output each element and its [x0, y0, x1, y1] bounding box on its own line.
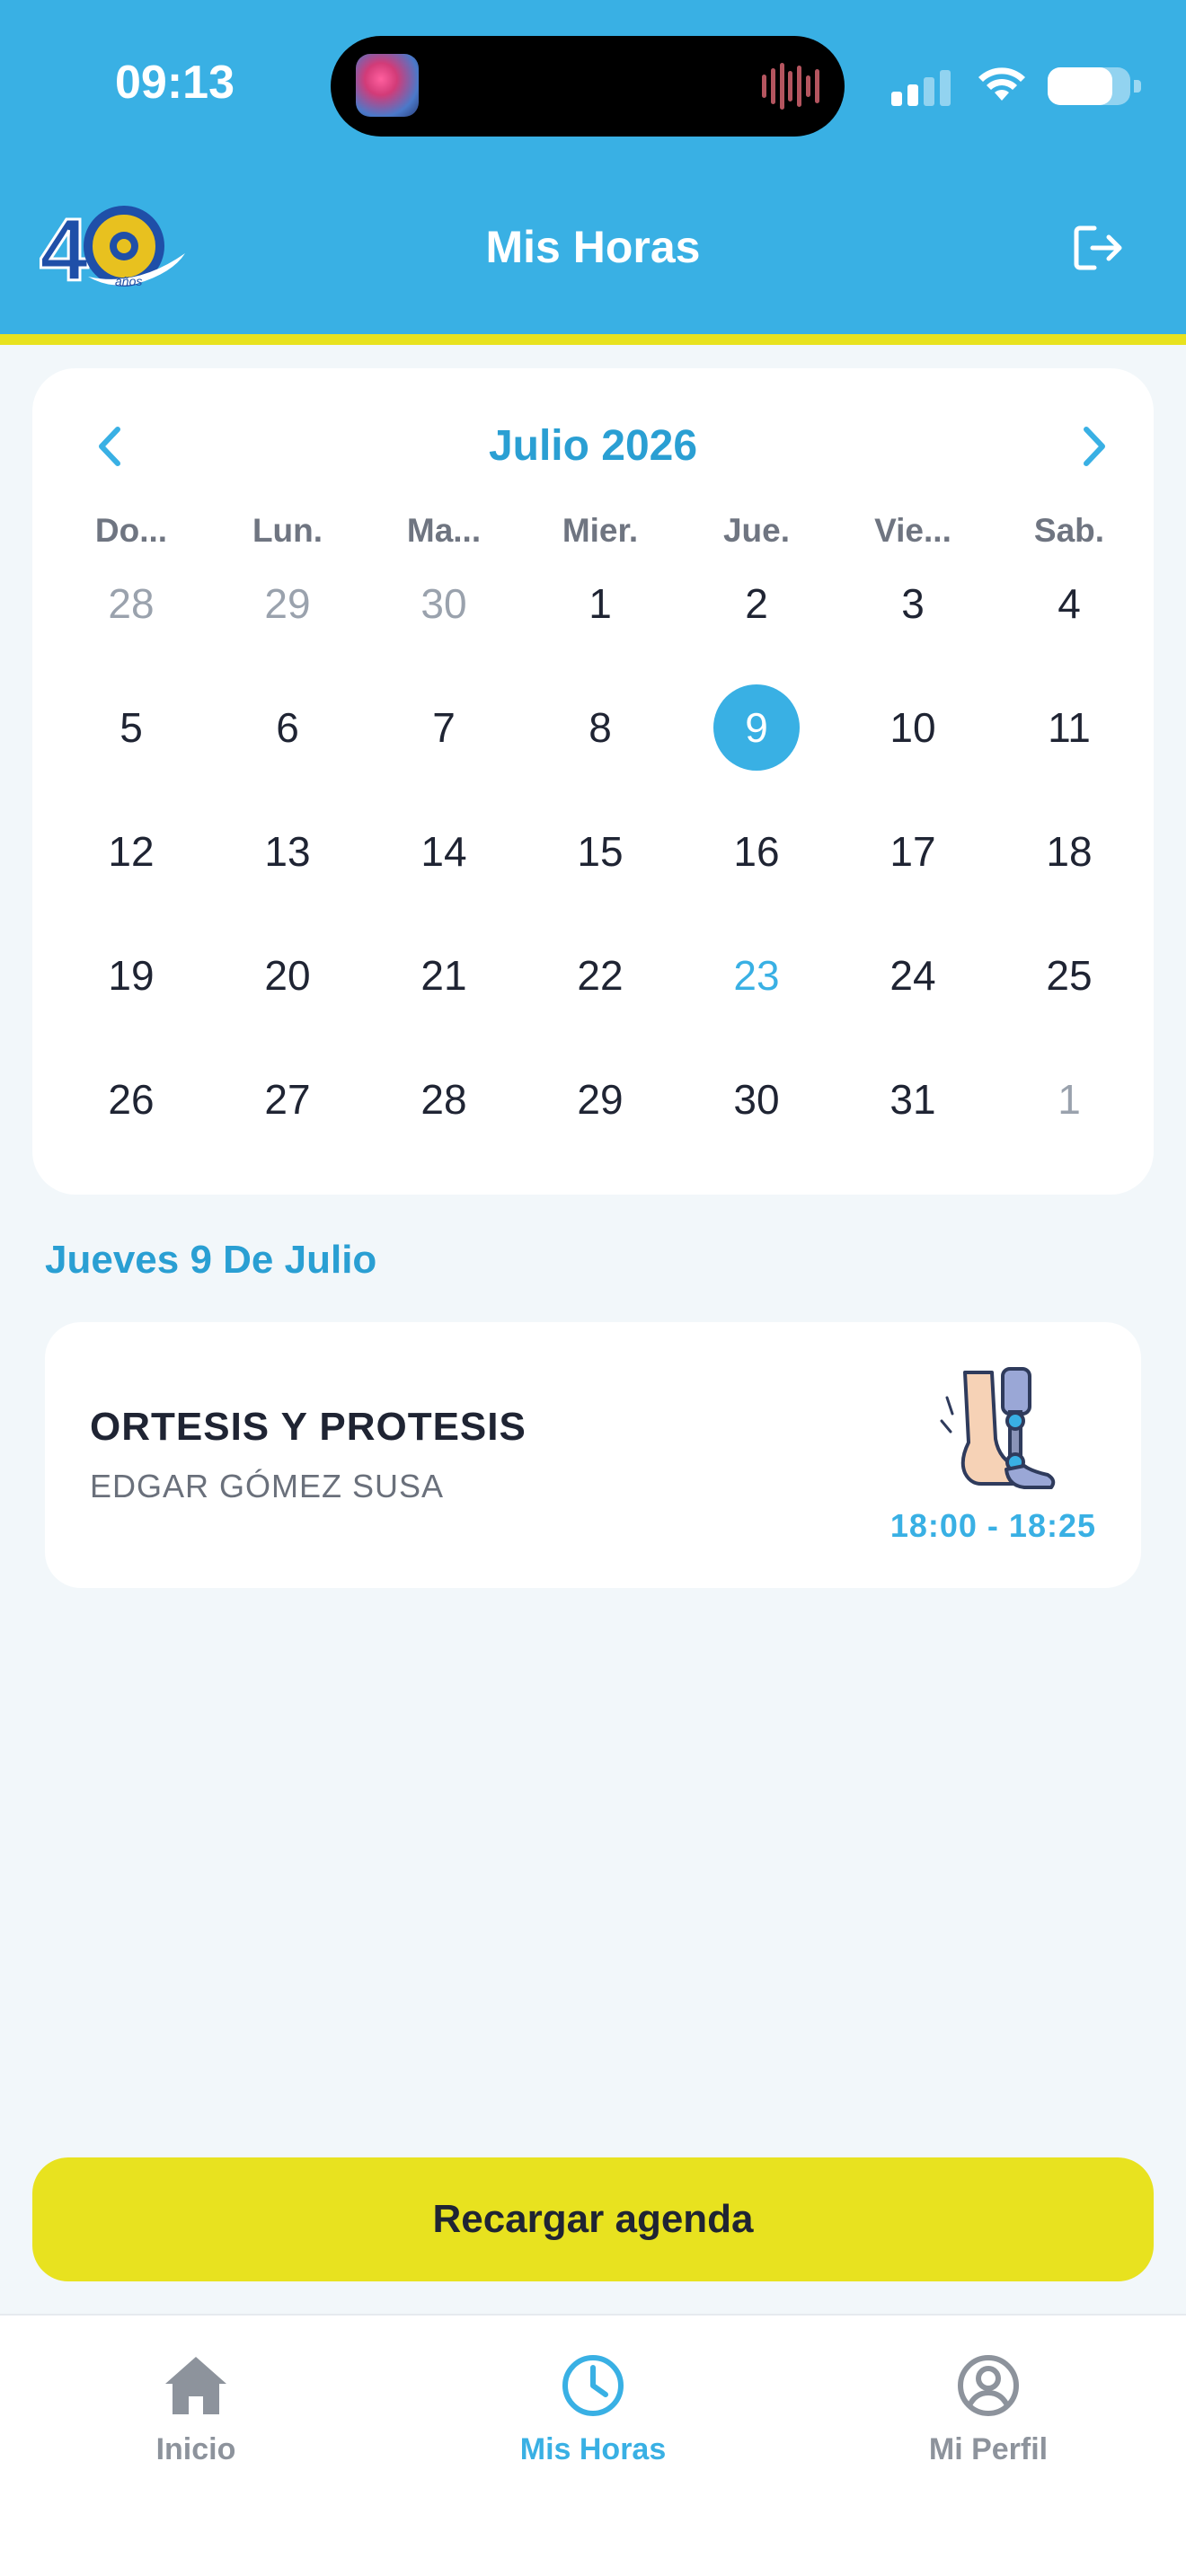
calendar-day[interactable]: 1: [551, 554, 650, 653]
weekday-label: Jue.: [722, 512, 791, 549]
calendar-day[interactable]: 14: [394, 802, 493, 901]
calendar-card: Julio 2026 Do... Lun. Ma... Mier. Jue. V…: [32, 368, 1154, 1195]
weekday-label: Sab.: [1033, 512, 1105, 549]
selected-date-heading: Jueves 9 De Julio: [45, 1238, 377, 1282]
calendar-day[interactable]: 5: [82, 678, 181, 777]
calendar-day[interactable]: 28: [82, 554, 181, 653]
calendar-day[interactable]: 25: [1020, 926, 1119, 1025]
calendar-day[interactable]: 3: [863, 554, 962, 653]
calendar-day[interactable]: 8: [551, 678, 650, 777]
calendar-day[interactable]: 11: [1020, 678, 1119, 777]
status-time: 09:13: [115, 57, 235, 109]
clock-icon: [562, 2355, 624, 2416]
calendar-day[interactable]: 4: [1020, 554, 1119, 653]
appointment-time: 18:00 - 18:25: [890, 1507, 1096, 1544]
tab-inicio[interactable]: Inicio: [61, 2351, 331, 2486]
calendar-day[interactable]: 2: [707, 554, 806, 653]
tab-label: Mis Horas: [519, 2432, 667, 2466]
prosthetic-leg-icon: [940, 1367, 1056, 1489]
calendar-day[interactable]: 30: [394, 554, 493, 653]
header-accent-stripe: [0, 334, 1186, 345]
now-playing-artwork: [356, 54, 419, 117]
weekday-label: Lun.: [252, 512, 323, 549]
calendar-day[interactable]: 6: [238, 678, 337, 777]
calendar-day[interactable]: 28: [394, 1050, 493, 1149]
calendar-day[interactable]: 7: [394, 678, 493, 777]
calendar-day[interactable]: 15: [551, 802, 650, 901]
calendar-day[interactable]: 23: [707, 926, 806, 1025]
calendar-day[interactable]: 16: [707, 802, 806, 901]
calendar-day[interactable]: 20: [238, 926, 337, 1025]
calendar-day[interactable]: 1: [1020, 1050, 1119, 1149]
weekday-label: Do...: [94, 512, 168, 549]
tab-label: Mi Perfil: [928, 2432, 1049, 2466]
chevron-right-icon: [1084, 427, 1105, 466]
dynamic-island: [331, 36, 845, 137]
calendar-month-label: Julio 2026: [488, 422, 698, 470]
profile-icon: [958, 2355, 1019, 2416]
tab-mis-horas[interactable]: Mis Horas: [458, 2351, 728, 2486]
reload-agenda-button[interactable]: Recargar agenda: [32, 2157, 1154, 2281]
calendar-day[interactable]: 17: [863, 802, 962, 901]
calendar-day[interactable]: 12: [82, 802, 181, 901]
logout-button[interactable]: [1069, 219, 1127, 277]
calendar-day[interactable]: 29: [238, 554, 337, 653]
cellular-signal-icon: [891, 70, 956, 106]
calendar-day[interactable]: 24: [863, 926, 962, 1025]
battery-icon: [1048, 67, 1141, 105]
next-month-button[interactable]: [1066, 413, 1123, 480]
bottom-tab-bar: Inicio Mis Horas Mi Perfil: [0, 2314, 1186, 2576]
calendar-day[interactable]: 9: [713, 684, 800, 771]
calendar-day[interactable]: 27: [238, 1050, 337, 1149]
svg-text:años: años: [115, 274, 142, 288]
weekday-label: Ma...: [406, 512, 482, 549]
home-icon: [165, 2357, 226, 2414]
wifi-icon: [978, 67, 1025, 101]
weekday-label: Vie...: [874, 512, 951, 549]
appointment-professional: EDGAR GÓMEZ SUSA: [90, 1468, 445, 1504]
tab-label: Inicio: [155, 2432, 236, 2466]
calendar-day[interactable]: 13: [238, 802, 337, 901]
calendar-day[interactable]: 30: [707, 1050, 806, 1149]
tab-mi-perfil[interactable]: Mi Perfil: [854, 2351, 1123, 2486]
calendar-day[interactable]: 10: [863, 678, 962, 777]
logout-icon: [1074, 225, 1122, 270]
calendar-day[interactable]: 31: [863, 1050, 962, 1149]
calendar-day[interactable]: 26: [82, 1050, 181, 1149]
appointment-card[interactable]: ORTESIS Y PROTESIS EDGAR GÓMEZ SUSA 18:0…: [45, 1322, 1141, 1588]
calendar-day[interactable]: 19: [82, 926, 181, 1025]
appointment-title: ORTESIS Y PROTESIS: [90, 1405, 527, 1449]
page-title: Mis Horas: [485, 222, 701, 272]
calendar-day[interactable]: 29: [551, 1050, 650, 1149]
app-header: 09:13 4 años Mis Horas: [0, 0, 1186, 334]
calendar-day[interactable]: 21: [394, 926, 493, 1025]
calendar-day[interactable]: 22: [551, 926, 650, 1025]
calendar-day[interactable]: 18: [1020, 802, 1119, 901]
audio-wave-icon: [762, 63, 819, 110]
weekday-label: Mier.: [562, 512, 639, 549]
